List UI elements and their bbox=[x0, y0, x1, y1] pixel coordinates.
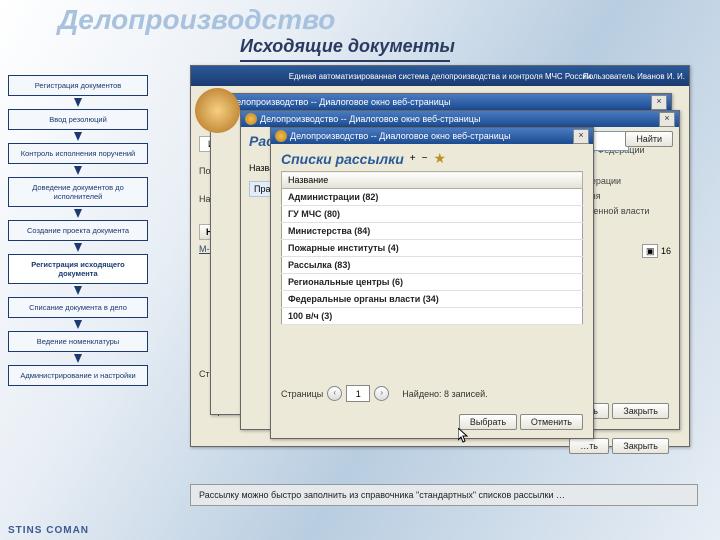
close-icon[interactable]: × bbox=[651, 95, 667, 110]
app-header-text: Единая автоматизированная система делопр… bbox=[289, 72, 592, 81]
cancel-button[interactable]: Отменить bbox=[520, 414, 583, 430]
page-prev-icon[interactable]: ‹ bbox=[327, 386, 342, 401]
table-row[interactable]: Пожарные институты (4) bbox=[282, 240, 583, 257]
user-label: Пользователь bbox=[583, 72, 635, 81]
remove-icon[interactable]: − bbox=[422, 153, 428, 164]
arrow-down-icon bbox=[74, 243, 82, 252]
dialog-3-titlebar[interactable]: Делопроизводство -- Диалоговое окно веб-… bbox=[271, 128, 593, 144]
ie-icon bbox=[275, 130, 287, 142]
workflow-step-5[interactable]: Регистрация исходящего документа bbox=[8, 254, 148, 284]
arrow-down-icon bbox=[74, 209, 82, 218]
dialog-1-titlebar[interactable]: Делопроизводство -- Диалоговое окно веб-… bbox=[211, 94, 671, 110]
table-row[interactable]: ГУ МЧС (80) bbox=[282, 206, 583, 223]
pager: Страницы ‹ › Найдено: 8 записей. bbox=[281, 385, 488, 402]
section-title: Исходящие документы bbox=[240, 36, 455, 57]
app-header: Единая автоматизированная система делопр… bbox=[191, 66, 689, 86]
slide-title: Делопроизводство bbox=[58, 4, 335, 36]
save-button-outer[interactable]: …ть bbox=[569, 438, 609, 454]
mchs-emblem bbox=[195, 88, 240, 133]
page-input[interactable] bbox=[346, 385, 370, 402]
table-row[interactable]: Федеральные органы власти (34) bbox=[282, 291, 583, 308]
workflow-step-1[interactable]: Ввод резолюций bbox=[8, 109, 148, 130]
workflow-step-8[interactable]: Администрирование и настройки bbox=[8, 365, 148, 386]
count-value: 16 bbox=[661, 246, 671, 256]
found-label: Найдено: 8 записей. bbox=[402, 389, 487, 399]
user-name: Иванов И. И. bbox=[637, 72, 685, 81]
close-button[interactable]: Закрыть bbox=[612, 403, 669, 419]
select-button[interactable]: Выбрать bbox=[459, 414, 517, 430]
table-row[interactable]: 100 в/ч (3) bbox=[282, 308, 583, 325]
table-row[interactable]: Региональные центры (6) bbox=[282, 274, 583, 291]
arrow-down-icon bbox=[74, 354, 82, 363]
workflow-step-6[interactable]: Списание документа в дело bbox=[8, 297, 148, 318]
vendor-logo: STINS COMAN bbox=[8, 525, 89, 536]
workflow-step-3[interactable]: Доведение документов до исполнителей bbox=[8, 177, 148, 207]
dialog-2-title: Делопроизводство -- Диалоговое окно веб-… bbox=[260, 114, 480, 124]
col-name[interactable]: Название bbox=[282, 172, 583, 189]
dialog-3-heading: Списки рассылки bbox=[281, 151, 404, 167]
close-button-outer[interactable]: Закрыть bbox=[612, 438, 669, 454]
workflow-step-4[interactable]: Создание проекта документа bbox=[8, 220, 148, 241]
workflow-step-2[interactable]: Контроль исполнения поручений bbox=[8, 143, 148, 164]
star-icon[interactable]: ★ bbox=[433, 150, 446, 167]
table-row[interactable]: Администрации (82) bbox=[282, 189, 583, 206]
user-block: Пользователь Иванов И. И. bbox=[583, 72, 685, 81]
folder-icon[interactable]: ▣ bbox=[642, 244, 659, 258]
arrow-down-icon bbox=[74, 98, 82, 107]
dialog-3-title: Делопроизводство -- Диалоговое окно веб-… bbox=[290, 131, 510, 141]
ie-icon bbox=[245, 113, 257, 125]
row-count: ▣ 16 bbox=[642, 246, 671, 257]
dialog-2-titlebar[interactable]: Делопроизводство -- Диалоговое окно веб-… bbox=[241, 111, 679, 127]
lists-table: Название Администрации (82)ГУ МЧС (80)Ми… bbox=[281, 171, 583, 325]
arrow-down-icon bbox=[74, 166, 82, 175]
find-button[interactable]: Найти bbox=[625, 131, 673, 147]
page-next-icon[interactable]: › bbox=[374, 386, 389, 401]
table-row[interactable]: Рассылка (83) bbox=[282, 257, 583, 274]
dialog-lists: Делопроизводство -- Диалоговое окно веб-… bbox=[270, 127, 594, 439]
close-icon[interactable]: × bbox=[659, 112, 675, 127]
add-icon[interactable]: + bbox=[410, 153, 416, 164]
close-icon[interactable]: × bbox=[573, 129, 589, 144]
workflow-step-0[interactable]: Регистрация документов bbox=[8, 75, 148, 96]
pages-label: Страницы bbox=[281, 389, 323, 399]
table-row[interactable]: Министерства (84) bbox=[282, 223, 583, 240]
slide-caption: Рассылку можно быстро заполнить из справ… bbox=[190, 484, 698, 506]
workflow-sidebar: Регистрация документов Ввод резолюций Конт… bbox=[8, 75, 148, 386]
dialog-1-title: Делопроизводство -- Диалоговое окно веб-… bbox=[230, 97, 450, 107]
workflow-step-7[interactable]: Ведение номенклатуры bbox=[8, 331, 148, 352]
arrow-down-icon bbox=[74, 132, 82, 141]
arrow-down-icon bbox=[74, 286, 82, 295]
arrow-down-icon bbox=[74, 320, 82, 329]
